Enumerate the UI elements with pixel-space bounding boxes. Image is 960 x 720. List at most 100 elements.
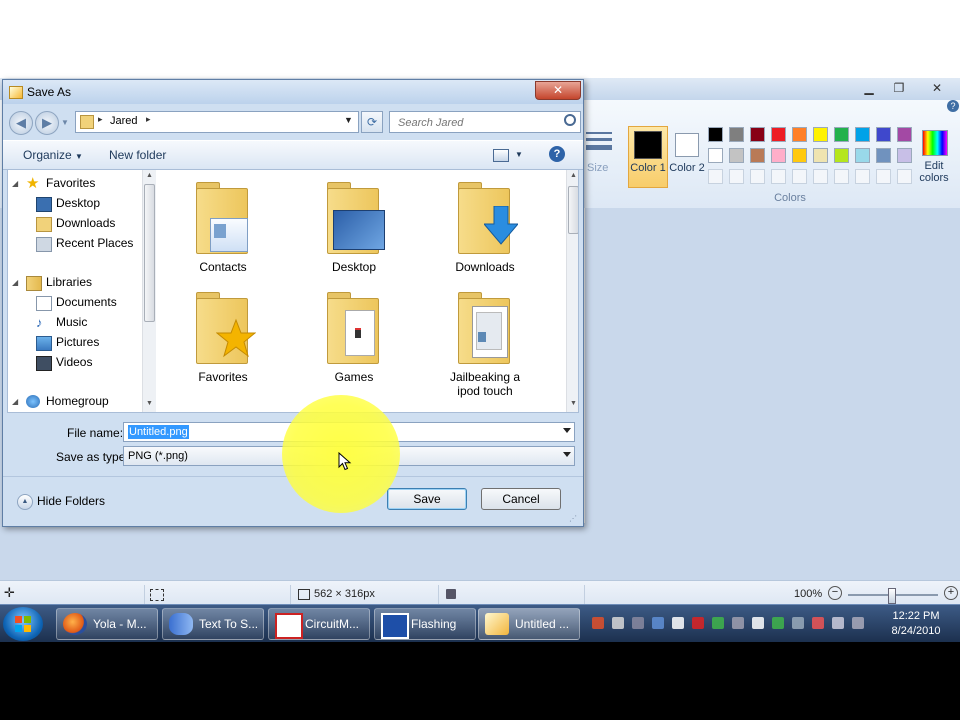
palette-swatch[interactable] bbox=[792, 148, 807, 163]
close-icon[interactable]: ✕ bbox=[926, 80, 948, 96]
search-icon[interactable] bbox=[564, 114, 576, 126]
palette-swatch[interactable] bbox=[897, 148, 912, 163]
maximize-icon[interactable]: ❐ bbox=[888, 80, 910, 96]
size-icon[interactable] bbox=[586, 128, 612, 154]
folder-item[interactable]: Contacts bbox=[168, 174, 278, 282]
zoom-in-icon[interactable]: + bbox=[944, 586, 958, 600]
dialog-close-button[interactable]: ✕ bbox=[535, 81, 581, 100]
palette-swatch[interactable] bbox=[876, 127, 891, 142]
address-bar[interactable]: ▸ Jared ▸ ▼ bbox=[75, 111, 359, 133]
files-scroll-thumb[interactable] bbox=[568, 186, 578, 234]
edit-colors-button[interactable]: Edit colors bbox=[916, 126, 952, 186]
color1-button[interactable]: Color 1 bbox=[628, 126, 668, 188]
palette-swatch[interactable] bbox=[834, 148, 849, 163]
collapse-arrow-icon[interactable]: ◢ bbox=[12, 397, 18, 406]
minimize-icon[interactable]: ▁ bbox=[858, 80, 880, 96]
search-input[interactable] bbox=[396, 114, 560, 131]
files-scrollbar[interactable]: ▲ ▼ bbox=[566, 170, 578, 412]
custom-color-slot[interactable] bbox=[708, 169, 723, 184]
back-icon[interactable]: ◀ bbox=[9, 111, 33, 135]
palette-swatch[interactable] bbox=[876, 148, 891, 163]
custom-color-slot[interactable] bbox=[897, 169, 912, 184]
file-name-field[interactable]: Untitled.png bbox=[123, 422, 575, 442]
pdf-icon[interactable] bbox=[692, 617, 704, 629]
folder-item[interactable]: Jailbeaking a ipod touch bbox=[430, 284, 540, 398]
views-icon[interactable] bbox=[493, 149, 509, 162]
clock[interactable]: 12:22 PM 8/24/2010 bbox=[876, 609, 956, 639]
nav-item[interactable]: Recent Places bbox=[8, 234, 140, 253]
nav-homegroup[interactable]: Homegroup bbox=[8, 392, 140, 411]
palette-swatch[interactable] bbox=[729, 148, 744, 163]
color2-button[interactable]: Color 2 bbox=[668, 126, 706, 188]
network-icon[interactable] bbox=[632, 617, 644, 629]
nav-scroll-thumb[interactable] bbox=[144, 184, 155, 322]
taskbar-button[interactable]: Flashing bbox=[374, 608, 476, 640]
nav-libraries[interactable]: Libraries bbox=[8, 273, 140, 292]
refresh-icon[interactable] bbox=[712, 617, 724, 629]
nav-item[interactable]: Documents bbox=[8, 293, 140, 312]
nav-favorites[interactable]: ★ Favorites bbox=[8, 174, 140, 193]
zoom-out-icon[interactable]: − bbox=[828, 586, 842, 600]
palette-swatch[interactable] bbox=[708, 148, 723, 163]
save-button[interactable]: Save bbox=[387, 488, 467, 510]
custom-color-slot[interactable] bbox=[834, 169, 849, 184]
battery-icon[interactable] bbox=[752, 617, 764, 629]
folder-item[interactable]: Games bbox=[299, 284, 409, 392]
volume-icon[interactable] bbox=[832, 617, 844, 629]
help-icon[interactable]: ? bbox=[947, 100, 959, 112]
search-box[interactable] bbox=[389, 111, 581, 133]
chevron-down-icon[interactable] bbox=[563, 428, 571, 433]
scroll-up-icon[interactable]: ▲ bbox=[143, 170, 156, 182]
chevron-right-icon[interactable]: ▸ bbox=[146, 114, 151, 125]
folder-item[interactable]: Desktop bbox=[299, 174, 409, 282]
zoom-slider[interactable] bbox=[848, 588, 938, 604]
scroll-down-icon[interactable]: ▼ bbox=[567, 398, 578, 410]
resize-grip-icon[interactable]: ⋰ bbox=[569, 514, 577, 523]
nav-item[interactable]: Pictures bbox=[8, 333, 140, 352]
taskbar-button[interactable]: CircuitM... bbox=[268, 608, 370, 640]
cancel-button[interactable]: Cancel bbox=[481, 488, 561, 510]
palette-swatch[interactable] bbox=[813, 127, 828, 142]
palette-swatch[interactable] bbox=[813, 148, 828, 163]
nav-item[interactable]: Downloads bbox=[8, 214, 140, 233]
chevron-down-icon[interactable] bbox=[563, 452, 571, 457]
folder-item[interactable]: Favorites bbox=[168, 284, 278, 392]
help-icon[interactable]: ? bbox=[549, 146, 565, 162]
nav-item[interactable]: Desktop bbox=[8, 194, 140, 213]
phone-icon[interactable] bbox=[612, 617, 624, 629]
palette-swatch[interactable] bbox=[792, 127, 807, 142]
custom-color-slot[interactable] bbox=[813, 169, 828, 184]
recent-pages-icon[interactable]: ▼ bbox=[61, 118, 69, 127]
palette-swatch[interactable] bbox=[771, 148, 786, 163]
palette-swatch[interactable] bbox=[855, 127, 870, 142]
nav-scrollbar[interactable]: ▲ ▼ bbox=[142, 170, 156, 412]
palette-swatch[interactable] bbox=[750, 148, 765, 163]
zoom-slider-thumb[interactable] bbox=[888, 588, 896, 604]
file-name-value[interactable]: Untitled.png bbox=[128, 425, 189, 439]
folder-item[interactable]: Downloads bbox=[430, 174, 540, 282]
custom-color-slot[interactable] bbox=[771, 169, 786, 184]
custom-color-slot[interactable] bbox=[876, 169, 891, 184]
palette-swatch[interactable] bbox=[708, 127, 723, 142]
custom-color-slot[interactable] bbox=[750, 169, 765, 184]
custom-color-slot[interactable] bbox=[855, 169, 870, 184]
palette-swatch[interactable] bbox=[897, 127, 912, 142]
action-center-icon[interactable] bbox=[852, 617, 864, 629]
palette-swatch[interactable] bbox=[855, 148, 870, 163]
taskbar-button[interactable]: Untitled ... bbox=[478, 608, 580, 640]
address-segment[interactable]: Jared bbox=[110, 115, 138, 127]
nav-item[interactable]: Videos bbox=[8, 353, 140, 372]
chevron-down-icon[interactable]: ▼ bbox=[515, 150, 523, 159]
check-icon[interactable] bbox=[772, 617, 784, 629]
flag-icon[interactable] bbox=[812, 617, 824, 629]
chevron-right-icon[interactable]: ▸ bbox=[98, 114, 103, 125]
nav-item[interactable]: ♪ Music bbox=[8, 313, 140, 332]
collapse-arrow-icon[interactable]: ◢ bbox=[12, 278, 18, 287]
taskbar-button[interactable]: Yola - M... bbox=[56, 608, 158, 640]
new-folder-button[interactable]: New folder bbox=[109, 148, 166, 162]
security-icon[interactable] bbox=[592, 617, 604, 629]
start-button[interactable] bbox=[3, 607, 43, 641]
palette-swatch[interactable] bbox=[834, 127, 849, 142]
scroll-down-icon[interactable]: ▼ bbox=[143, 398, 156, 410]
palette-swatch[interactable] bbox=[750, 127, 765, 142]
